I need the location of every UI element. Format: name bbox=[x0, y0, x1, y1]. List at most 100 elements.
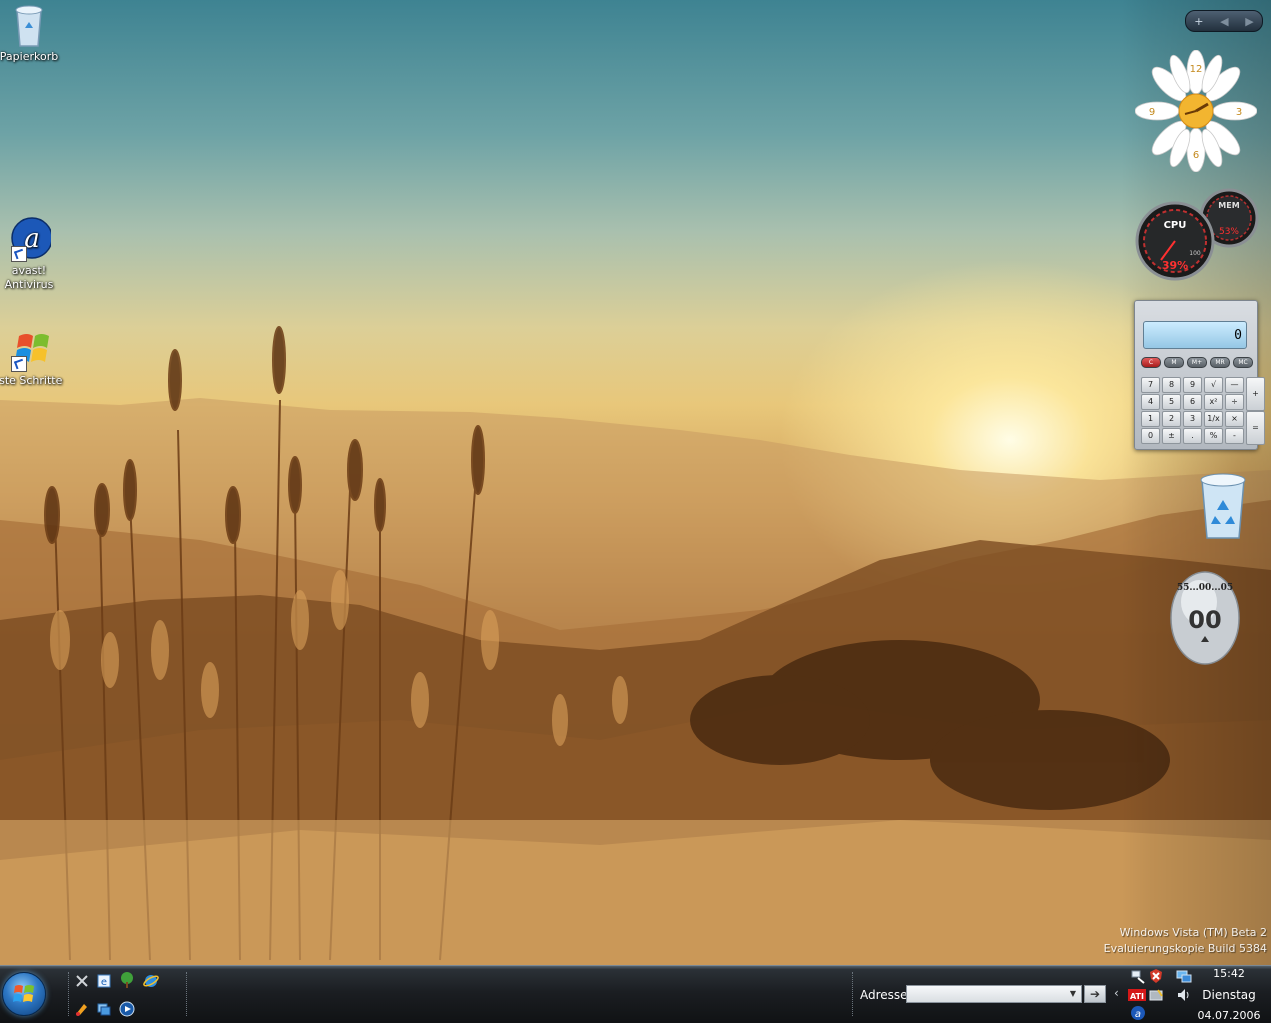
desktop-icon-label: Erste Schritte bbox=[0, 374, 63, 387]
paint-icon[interactable] bbox=[74, 1001, 90, 1017]
chevron-down-icon[interactable]: ▼ bbox=[1066, 986, 1080, 1002]
calc-key[interactable]: ± bbox=[1162, 428, 1181, 444]
recycle-bin-icon bbox=[1200, 473, 1246, 539]
desktop-icon-label: avast! Antivirus bbox=[4, 264, 54, 291]
desktop: Papierkorb a avast! Antivirus Erste Schr… bbox=[0, 0, 1271, 965]
chevron-left-icon[interactable]: ‹ bbox=[1114, 986, 1119, 1000]
recycle-bin-icon bbox=[7, 2, 51, 48]
svg-text:e: e bbox=[101, 977, 107, 988]
mem-value: 53% bbox=[1219, 227, 1239, 237]
shortcut-arrow-icon bbox=[11, 246, 27, 262]
next-page-button[interactable]: ▶ bbox=[1245, 15, 1253, 28]
recycle-bin-gadget[interactable] bbox=[1197, 472, 1249, 542]
calculator-memory-row: C M M+ MR MC bbox=[1141, 357, 1253, 368]
tree-icon[interactable] bbox=[119, 972, 135, 988]
calculator-row: 0 ± . % - bbox=[1141, 428, 1244, 444]
mem-label: MEM bbox=[1218, 201, 1239, 210]
calc-key[interactable]: 0 bbox=[1141, 428, 1160, 444]
calc-key[interactable]: 7 bbox=[1141, 377, 1160, 393]
cpu-value: 39% bbox=[1162, 259, 1188, 272]
svg-text:ATI: ATI bbox=[1130, 992, 1144, 1001]
desktop-icon-recycle-bin[interactable]: Papierkorb bbox=[0, 2, 64, 64]
calc-memory-recall-button[interactable]: MR bbox=[1210, 357, 1230, 368]
calc-key-equals[interactable]: = bbox=[1246, 411, 1265, 445]
clock-number-3: 3 bbox=[1236, 107, 1242, 118]
watermark-line-2: Evaluierungskopie Build 5384 bbox=[1103, 942, 1267, 955]
calc-key[interactable]: 3 bbox=[1183, 411, 1202, 427]
cpu-meter-gadget[interactable]: MEM 53% CPU 100 39% bbox=[1135, 188, 1259, 284]
internet-explorer-icon[interactable] bbox=[143, 973, 159, 989]
address-toolbar-label: Adresse bbox=[860, 988, 908, 1002]
svg-text:a: a bbox=[1135, 1009, 1141, 1020]
calc-key[interactable]: 8 bbox=[1162, 377, 1181, 393]
timer-scale: 55...00...05 bbox=[1177, 583, 1233, 593]
calc-key[interactable]: 5 bbox=[1162, 394, 1181, 410]
security-shield-icon[interactable] bbox=[1148, 968, 1164, 984]
volume-icon[interactable] bbox=[1176, 987, 1192, 1003]
calc-key-plus[interactable]: + bbox=[1246, 377, 1265, 411]
clock-number-12: 12 bbox=[1190, 64, 1203, 75]
windows-watermark: Windows Vista (TM) Beta 2 Evaluierungsko… bbox=[1104, 925, 1267, 957]
add-gadget-button[interactable]: + bbox=[1194, 15, 1203, 28]
clock-gadget[interactable]: 12 3 6 9 bbox=[1134, 49, 1258, 173]
network-icon[interactable] bbox=[1130, 968, 1146, 984]
ati-icon[interactable]: ATI bbox=[1128, 987, 1146, 1003]
desktop-icon-label: Papierkorb bbox=[0, 50, 59, 63]
taskbar-grip bbox=[186, 972, 190, 1016]
calculator-row: 4 5 6 x² ÷ bbox=[1141, 394, 1244, 410]
windows-flag-icon bbox=[7, 326, 51, 372]
windows-logo-icon bbox=[13, 985, 34, 1002]
cpu-label: CPU bbox=[1164, 220, 1187, 231]
calc-key[interactable]: 1/x bbox=[1204, 411, 1223, 427]
watermark-line-1: Windows Vista (TM) Beta 2 bbox=[1119, 926, 1267, 939]
calc-key[interactable]: % bbox=[1204, 428, 1223, 444]
calc-key[interactable]: x² bbox=[1204, 394, 1223, 410]
calculator-gadget[interactable]: 0 C M M+ MR MC 7 8 9 √ — + 4 5 6 x² ÷ 1 … bbox=[1134, 300, 1265, 450]
calc-clear-button[interactable]: C bbox=[1141, 357, 1161, 368]
address-input[interactable] bbox=[906, 985, 1082, 1003]
taskbar: e Adresse ▼ ➔ ‹ ATI a 15:42 Dienstag 04.… bbox=[0, 965, 1271, 1023]
cpu-max-label: 100 bbox=[1189, 250, 1201, 257]
calc-key[interactable]: ÷ bbox=[1225, 394, 1244, 410]
timer-value: 00 bbox=[1188, 606, 1221, 634]
calc-key[interactable]: 4 bbox=[1141, 394, 1160, 410]
display-icon[interactable] bbox=[1176, 968, 1192, 984]
calc-key[interactable]: . bbox=[1183, 428, 1202, 444]
calc-key[interactable]: 6 bbox=[1183, 394, 1202, 410]
calc-memory-clear-button[interactable]: MC bbox=[1233, 357, 1253, 368]
calc-key[interactable]: — bbox=[1225, 377, 1244, 393]
desktop-icon-avast[interactable]: a avast! Antivirus bbox=[0, 216, 64, 292]
snipping-icon[interactable] bbox=[74, 973, 90, 989]
safely-remove-icon[interactable] bbox=[1148, 987, 1164, 1003]
desktop-icon-erste-schritte[interactable]: Erste Schritte bbox=[0, 326, 64, 388]
calculator-display: 0 bbox=[1143, 321, 1247, 349]
quicklaunch-grip bbox=[68, 972, 72, 1016]
sidebar-controls: + ◀ ▶ bbox=[1185, 10, 1263, 32]
arrow-right-icon: ➔ bbox=[1089, 987, 1101, 1001]
calc-key[interactable]: - bbox=[1225, 428, 1244, 444]
previous-page-button[interactable]: ◀ bbox=[1220, 15, 1228, 28]
calc-memory-add-button[interactable]: M+ bbox=[1187, 357, 1207, 368]
wallpaper-grass bbox=[0, 326, 1271, 965]
clock-number-6: 6 bbox=[1193, 150, 1199, 161]
tray-clock-time[interactable]: 15:42 bbox=[1206, 967, 1252, 980]
shortcut-arrow-icon bbox=[11, 356, 27, 372]
calc-key[interactable]: 1 bbox=[1141, 411, 1160, 427]
egg-timer-gadget[interactable]: 55...00...05 00 bbox=[1169, 568, 1241, 666]
calc-key[interactable]: 2 bbox=[1162, 411, 1181, 427]
windows-switcher-icon[interactable] bbox=[96, 1001, 112, 1017]
media-player-icon[interactable] bbox=[119, 1001, 135, 1017]
ie-settings-icon[interactable]: e bbox=[96, 973, 112, 989]
windows-sidebar: + ◀ ▶ 12 3 6 9 MEM 53% CPU 100 39% 0 C M… bbox=[1121, 0, 1271, 965]
calc-key[interactable]: 9 bbox=[1183, 377, 1202, 393]
start-button[interactable] bbox=[2, 972, 46, 1016]
address-go-button[interactable]: ➔ bbox=[1084, 985, 1106, 1003]
calc-key[interactable]: √ bbox=[1204, 377, 1223, 393]
avast-icon: a bbox=[7, 216, 53, 262]
calc-key[interactable]: × bbox=[1225, 411, 1244, 427]
tray-clock-date[interactable]: 04.07.2006 bbox=[1196, 1009, 1262, 1022]
calc-memory-button[interactable]: M bbox=[1164, 357, 1184, 368]
clock-number-9: 9 bbox=[1149, 107, 1155, 118]
avast-tray-icon[interactable]: a bbox=[1130, 1005, 1146, 1021]
tray-clock-day[interactable]: Dienstag bbox=[1196, 988, 1262, 1002]
